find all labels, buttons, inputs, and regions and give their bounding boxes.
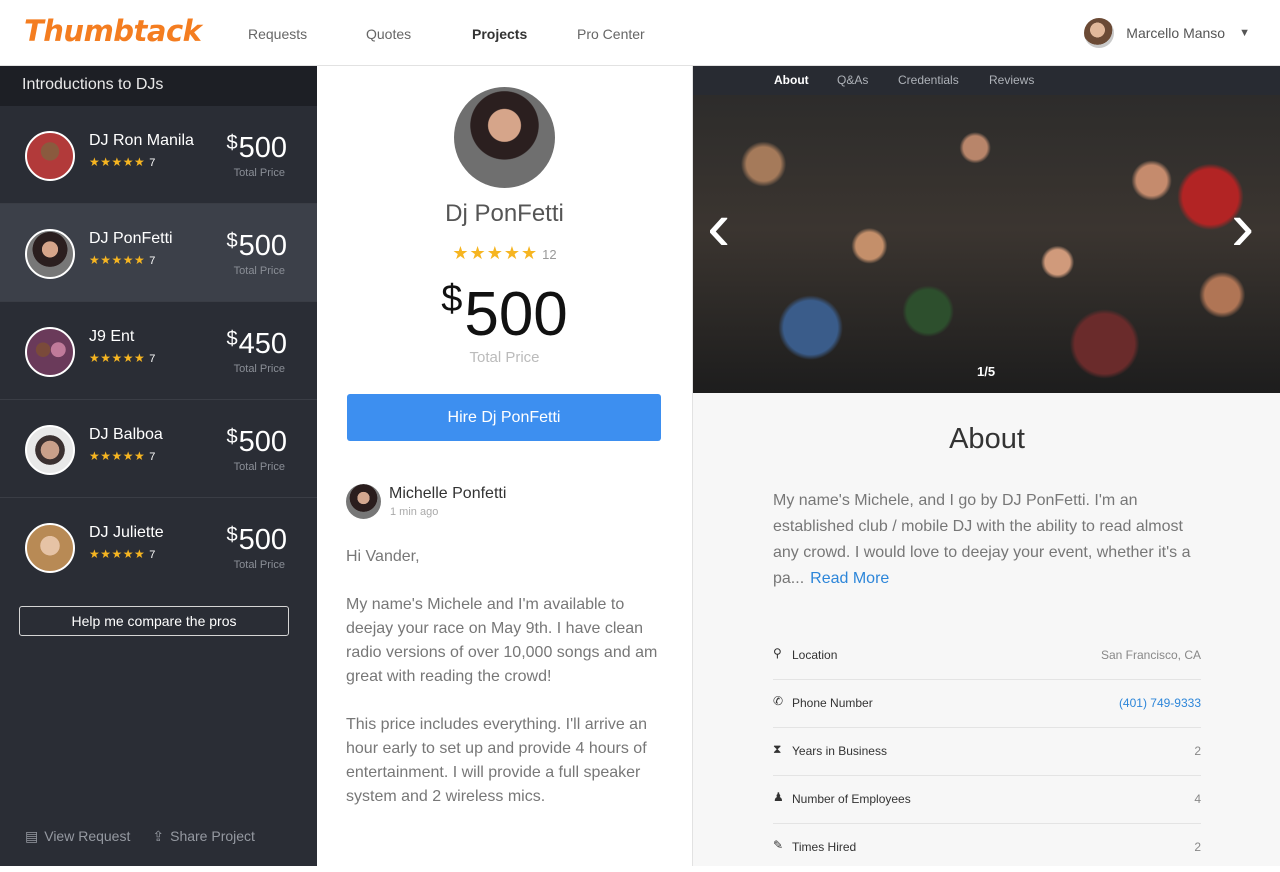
price-label: Total Price [469, 349, 540, 366]
about-text: My name's Michele, and I go by DJ PonFet… [773, 492, 1191, 587]
star-rating: ★★★★★ 7 [89, 155, 156, 169]
nav-projects[interactable]: Projects [472, 26, 527, 42]
pin-icon: ✎ [773, 838, 784, 852]
star-rating: ★★★★★ 7 [89, 253, 156, 267]
message-body: Hi Vander, My name's Michele and I'm ava… [346, 545, 666, 833]
message-author-avatar [346, 484, 381, 519]
nav-quotes[interactable]: Quotes [366, 26, 411, 42]
chevron-down-icon: ▼ [1239, 27, 1250, 39]
about-heading: About [949, 423, 1025, 455]
user-avatar [1084, 18, 1115, 48]
info-value: 2 [1194, 744, 1201, 758]
tab-qas[interactable]: Q&As [837, 73, 868, 87]
pro-price: $500 [226, 524, 287, 556]
read-more-link[interactable]: Read More [810, 570, 889, 587]
avatar [25, 523, 75, 573]
nav-requests[interactable]: Requests [248, 26, 307, 42]
user-menu[interactable]: Marcello Manso ▼ [1084, 18, 1250, 48]
quote-panel: Dj PonFetti ★★★★★ 12 $500 Total Price Hir… [317, 66, 692, 866]
hourglass-icon: ⧗ [773, 742, 782, 756]
star-rating: ★★★★★ 12 [452, 243, 557, 263]
sidebar-footer: ▤ View Request ⇪ Share Project [25, 828, 255, 845]
pros-sidebar: Introductions to DJs DJ Ron Manila ★★★★★… [0, 66, 317, 866]
price-label: Total Price [233, 363, 285, 375]
pro-profile-panel: About Q&As Credentials Reviews ‹ › 1/5 A… [692, 66, 1280, 866]
price-label: Total Price [233, 559, 285, 571]
info-value: 2 [1194, 840, 1201, 854]
pro-avatar [454, 87, 555, 188]
pro-name: DJ PonFetti [89, 230, 173, 247]
pro-list-item-ron-manila[interactable]: DJ Ron Manila ★★★★★ 7 $500 Total Price [0, 106, 317, 204]
star-rating: ★★★★★ 7 [89, 547, 156, 561]
top-navbar: Thumbtack Requests Quotes Projects Pro C… [0, 0, 1280, 66]
user-name: Marcello Manso [1126, 25, 1226, 41]
pro-name: DJ Balboa [89, 426, 163, 443]
message-paragraph: This price includes everything. I'll arr… [346, 716, 647, 805]
avatar [25, 327, 75, 377]
quote-price: $500 [441, 278, 568, 349]
pro-name: J9 Ent [89, 328, 135, 345]
tab-reviews[interactable]: Reviews [989, 73, 1034, 87]
pro-price: $500 [226, 426, 287, 458]
people-icon: ♟ [773, 790, 784, 804]
pro-name: DJ Juliette [89, 524, 164, 541]
thumbtack-logo[interactable]: Thumbtack [24, 14, 202, 48]
info-row-location: ⚲ Location San Francisco, CA [773, 632, 1201, 680]
price-label: Total Price [233, 265, 285, 277]
share-icon: ⇪ [152, 828, 165, 844]
pro-list-item-j9-ent[interactable]: J9 Ent ★★★★★ 7 $450 Total Price [0, 302, 317, 400]
info-row-employees: ♟ Number of Employees 4 [773, 776, 1201, 824]
price-label: Total Price [233, 461, 285, 473]
nav-pro-center[interactable]: Pro Center [577, 26, 645, 42]
chevron-left-icon[interactable]: ‹ [707, 191, 730, 261]
phone-link[interactable]: (401) 749-9333 [1119, 696, 1201, 710]
info-value: 4 [1194, 792, 1201, 806]
message-greeting: Hi Vander, [346, 548, 420, 565]
tab-credentials[interactable]: Credentials [898, 73, 959, 87]
message-author: Michelle Ponfetti [389, 485, 507, 502]
info-label: Number of Employees [792, 792, 911, 806]
message-paragraph: My name's Michele and I'm available to d… [346, 596, 658, 685]
avatar [25, 131, 75, 181]
info-label: Times Hired [792, 840, 857, 854]
profile-tabs: About Q&As Credentials Reviews [693, 66, 1280, 95]
info-label: Phone Number [792, 696, 873, 710]
pro-price: $500 [226, 230, 287, 262]
pro-price: $500 [226, 132, 287, 164]
gallery-counter: 1/5 [977, 364, 996, 379]
avatar [25, 229, 75, 279]
pro-name-heading: Dj PonFetti [445, 200, 564, 227]
star-rating: ★★★★★ 7 [89, 449, 156, 463]
pro-list-item-balboa[interactable]: DJ Balboa ★★★★★ 7 $500 Total Price [0, 400, 317, 498]
compare-pros-button[interactable]: Help me compare the pros [19, 606, 289, 636]
pro-list-item-juliette[interactable]: DJ Juliette ★★★★★ 7 $500 Total Price [0, 498, 317, 596]
info-row-phone: ✆ Phone Number (401) 749-9333 [773, 680, 1201, 728]
chevron-right-icon[interactable]: › [1231, 191, 1254, 261]
hire-button[interactable]: Hire Dj PonFetti [347, 394, 661, 441]
info-label: Years in Business [792, 744, 887, 758]
info-row-times-hired: ✎ Times Hired 2 [773, 824, 1201, 872]
pro-name: DJ Ron Manila [89, 132, 194, 149]
document-icon: ▤ [25, 828, 39, 844]
share-project-link[interactable]: ⇪ Share Project [152, 828, 255, 845]
message-timestamp: 1 min ago [390, 506, 439, 518]
sidebar-title: Introductions to DJs [0, 66, 317, 106]
phone-icon: ✆ [773, 694, 784, 708]
avatar [25, 425, 75, 475]
pro-price: $450 [226, 328, 287, 360]
info-row-years: ⧗ Years in Business 2 [773, 728, 1201, 776]
price-label: Total Price [233, 167, 285, 179]
view-request-link[interactable]: ▤ View Request [25, 828, 130, 845]
location-icon: ⚲ [773, 646, 782, 660]
info-label: Location [792, 648, 838, 662]
tab-about[interactable]: About [774, 73, 809, 87]
pro-list-item-ponfetti[interactable]: DJ PonFetti ★★★★★ 7 $500 Total Price [0, 204, 317, 302]
star-rating: ★★★★★ 7 [89, 351, 156, 365]
info-value: San Francisco, CA [1100, 648, 1201, 662]
photo-gallery[interactable]: About Q&As Credentials Reviews ‹ › 1/5 [693, 66, 1280, 393]
